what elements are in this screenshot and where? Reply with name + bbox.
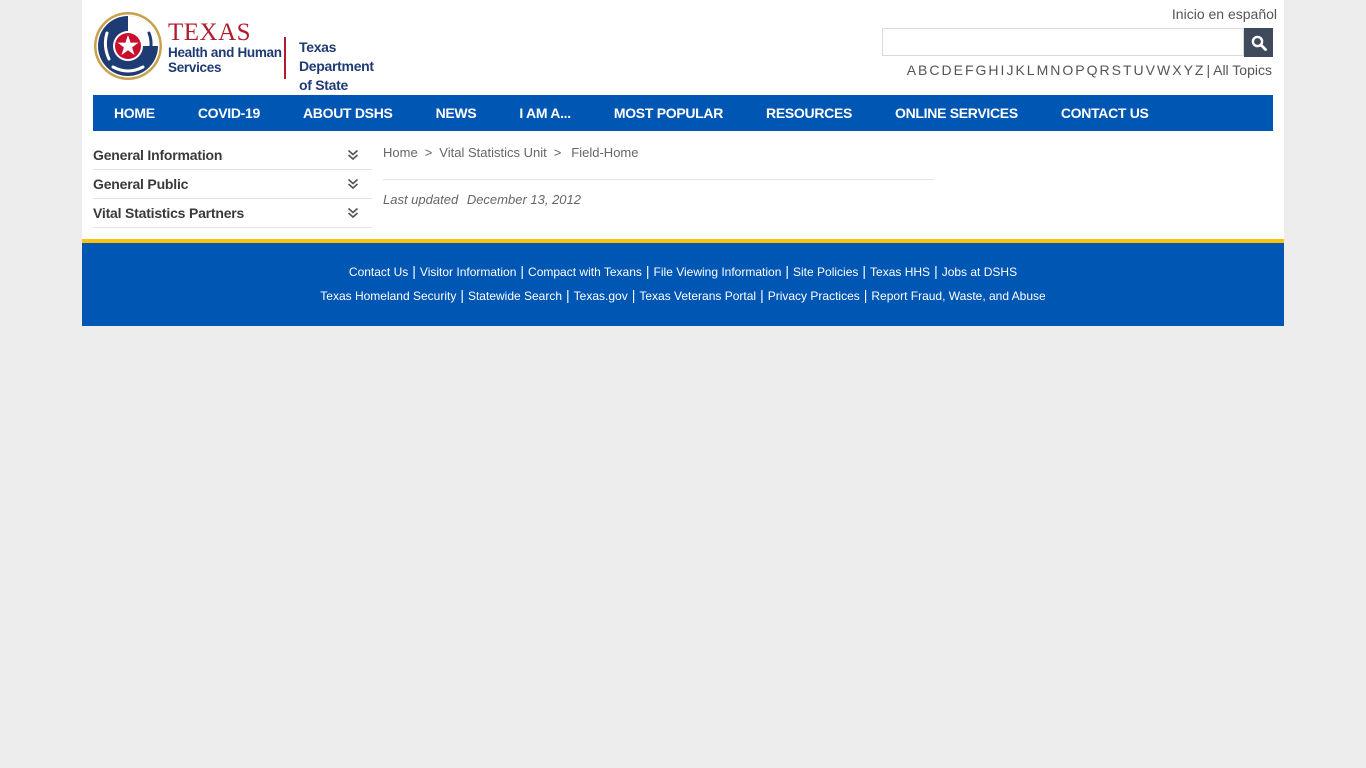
- hhs-wordmark: TEXAS Health and Human Services: [168, 19, 308, 75]
- sidebar-item-label: General Information: [93, 146, 223, 163]
- main-content: Home > Vital Statistics Unit > Field-Hom…: [383, 140, 934, 207]
- footer-link-jobs-at-dshs[interactable]: Jobs at DSHS: [942, 265, 1017, 279]
- sidebar-item-label: Vital Statistics Partners: [93, 205, 245, 221]
- footer-link-compact-with-texans[interactable]: Compact with Texans: [528, 265, 642, 279]
- az-letter-j[interactable]: J: [1006, 62, 1013, 78]
- footer-link-visitor-information[interactable]: Visitor Information: [420, 265, 517, 279]
- az-letter-e[interactable]: E: [954, 62, 963, 78]
- double-chevron-down-icon[interactable]: [347, 149, 359, 161]
- az-letter-f[interactable]: F: [965, 62, 974, 78]
- footer-link-site-policies[interactable]: Site Policies: [793, 265, 858, 279]
- nav-about-dshs[interactable]: ABOUT DSHS: [303, 105, 393, 121]
- az-letter-h[interactable]: H: [988, 62, 998, 78]
- nav-covid-19[interactable]: COVID-19: [198, 105, 260, 121]
- all-topics-link[interactable]: All Topics: [1213, 62, 1272, 78]
- nav-resources[interactable]: RESOURCES: [766, 105, 852, 121]
- sidebar-item-general-information[interactable]: General Information: [93, 140, 372, 170]
- az-letter-t[interactable]: T: [1123, 62, 1132, 78]
- double-chevron-down-icon[interactable]: [347, 207, 359, 219]
- hhs-title: TEXAS: [168, 19, 252, 46]
- footer-link-file-viewing-information[interactable]: File Viewing Information: [654, 265, 782, 279]
- search-input[interactable]: [882, 28, 1244, 56]
- main-nav: HOME COVID-19 ABOUT DSHS NEWS I AM A... …: [93, 95, 1273, 131]
- footer-separator: |: [460, 287, 464, 303]
- footer-links-row-1: Contact Us | Visitor Information | Compact w…: [82, 263, 1284, 279]
- last-updated: Last updated December 13, 2012: [383, 192, 934, 207]
- footer-separator: |: [760, 287, 764, 303]
- breadcrumb-current: Field-Home: [571, 144, 639, 160]
- a-z-index: A B C D E F G H I J K L M N O P Q R S T U V W X Y Z | All Topics: [906, 62, 1273, 78]
- logo-divider: [284, 37, 286, 79]
- footer-link-contact-us[interactable]: Contact Us: [349, 265, 408, 279]
- nav-contact-us[interactable]: CONTACT US: [1061, 105, 1149, 121]
- footer-separator: |: [785, 263, 790, 279]
- last-updated-label: Last updated: [383, 192, 459, 207]
- az-separator: |: [1206, 62, 1211, 78]
- breadcrumb-separator: >: [553, 144, 562, 160]
- az-letter-o[interactable]: O: [1062, 62, 1073, 78]
- footer-separator: |: [862, 263, 867, 279]
- az-letter-b[interactable]: B: [918, 62, 927, 78]
- nav-i-am-a[interactable]: I AM A...: [519, 105, 571, 121]
- az-letter-q[interactable]: Q: [1087, 62, 1098, 78]
- az-letter-v[interactable]: V: [1146, 62, 1155, 78]
- footer-separator: |: [645, 263, 650, 279]
- nav-home[interactable]: HOME: [114, 105, 155, 121]
- footer-links-row-2: Texas Homeland Security | Statewide Search…: [82, 287, 1284, 303]
- sidebar-item-label: General Public: [93, 176, 189, 192]
- az-letter-i[interactable]: I: [1001, 62, 1005, 78]
- az-letter-k[interactable]: K: [1015, 62, 1024, 78]
- footer-link-privacy-practices[interactable]: Privacy Practices: [768, 289, 860, 303]
- az-letter-w[interactable]: W: [1157, 62, 1170, 78]
- footer-separator: |: [934, 263, 938, 279]
- az-letter-d[interactable]: D: [942, 62, 952, 78]
- sidebar: General Information General Public Vital…: [93, 140, 372, 228]
- double-chevron-down-icon[interactable]: [347, 178, 359, 190]
- footer-separator: |: [863, 287, 868, 303]
- search-button[interactable]: [1244, 28, 1273, 57]
- az-letter-r[interactable]: R: [1100, 62, 1110, 78]
- breadcrumb-separator: >: [424, 144, 433, 160]
- az-letter-l[interactable]: L: [1027, 62, 1035, 78]
- footer-separator: |: [566, 287, 570, 303]
- dshs-line1: Texas Department of State: [299, 39, 374, 93]
- az-letter-a[interactable]: A: [907, 62, 916, 78]
- nav-news[interactable]: NEWS: [436, 105, 477, 121]
- breadcrumb: Home > Vital Statistics Unit > Field-Hom…: [383, 140, 934, 164]
- nav-online-services[interactable]: ONLINE SERVICES: [895, 105, 1018, 121]
- footer-separator: |: [412, 263, 416, 279]
- hhs-subtitle-line1: Health and Human: [168, 45, 282, 60]
- breadcrumb-home[interactable]: Home: [383, 145, 418, 160]
- az-letter-c[interactable]: C: [929, 62, 939, 78]
- footer-link-texas-homeland-security[interactable]: Texas Homeland Security: [320, 289, 456, 303]
- sidebar-item-vital-statistics-partners[interactable]: Vital Statistics Partners: [93, 199, 372, 228]
- az-letter-p[interactable]: P: [1075, 62, 1084, 78]
- texas-seal-icon: [94, 12, 162, 80]
- sidebar-item-general-public[interactable]: General Public: [93, 170, 372, 199]
- site-footer: Contact Us | Visitor Information | Compact w…: [82, 239, 1284, 326]
- az-letter-g[interactable]: G: [976, 62, 987, 78]
- last-updated-date: December 13, 2012: [466, 192, 581, 207]
- footer-separator: |: [631, 287, 636, 303]
- footer-link-texas-hhs[interactable]: Texas HHS: [870, 265, 930, 279]
- az-letter-y[interactable]: Y: [1184, 62, 1193, 78]
- page-container: TEXAS Health and Human Services Texas De…: [82, 0, 1284, 326]
- breadcrumb-vital-statistics-unit[interactable]: Vital Statistics Unit: [439, 145, 546, 160]
- footer-separator: |: [520, 263, 525, 279]
- spanish-home-link[interactable]: Inicio en español: [1172, 6, 1277, 22]
- az-letter-n[interactable]: N: [1050, 62, 1060, 78]
- footer-link-statewide-search[interactable]: Statewide Search: [468, 289, 562, 303]
- az-letter-z[interactable]: Z: [1195, 62, 1204, 78]
- az-letter-x[interactable]: X: [1172, 62, 1181, 78]
- az-letter-s[interactable]: S: [1112, 62, 1121, 78]
- footer-link-texas-gov[interactable]: Texas.gov: [574, 289, 628, 303]
- content-divider: [383, 179, 934, 180]
- az-letter-u[interactable]: U: [1134, 62, 1144, 78]
- footer-link-report-fraud-waste-and-abuse[interactable]: Report Fraud, Waste, and Abuse: [871, 289, 1045, 303]
- footer-link-texas-veterans-portal[interactable]: Texas Veterans Portal: [639, 289, 756, 303]
- nav-most-popular[interactable]: MOST POPULAR: [614, 105, 723, 121]
- az-letter-m[interactable]: M: [1037, 62, 1049, 78]
- search-icon: [1251, 35, 1267, 51]
- hhs-subtitle-line2: Services: [168, 60, 222, 75]
